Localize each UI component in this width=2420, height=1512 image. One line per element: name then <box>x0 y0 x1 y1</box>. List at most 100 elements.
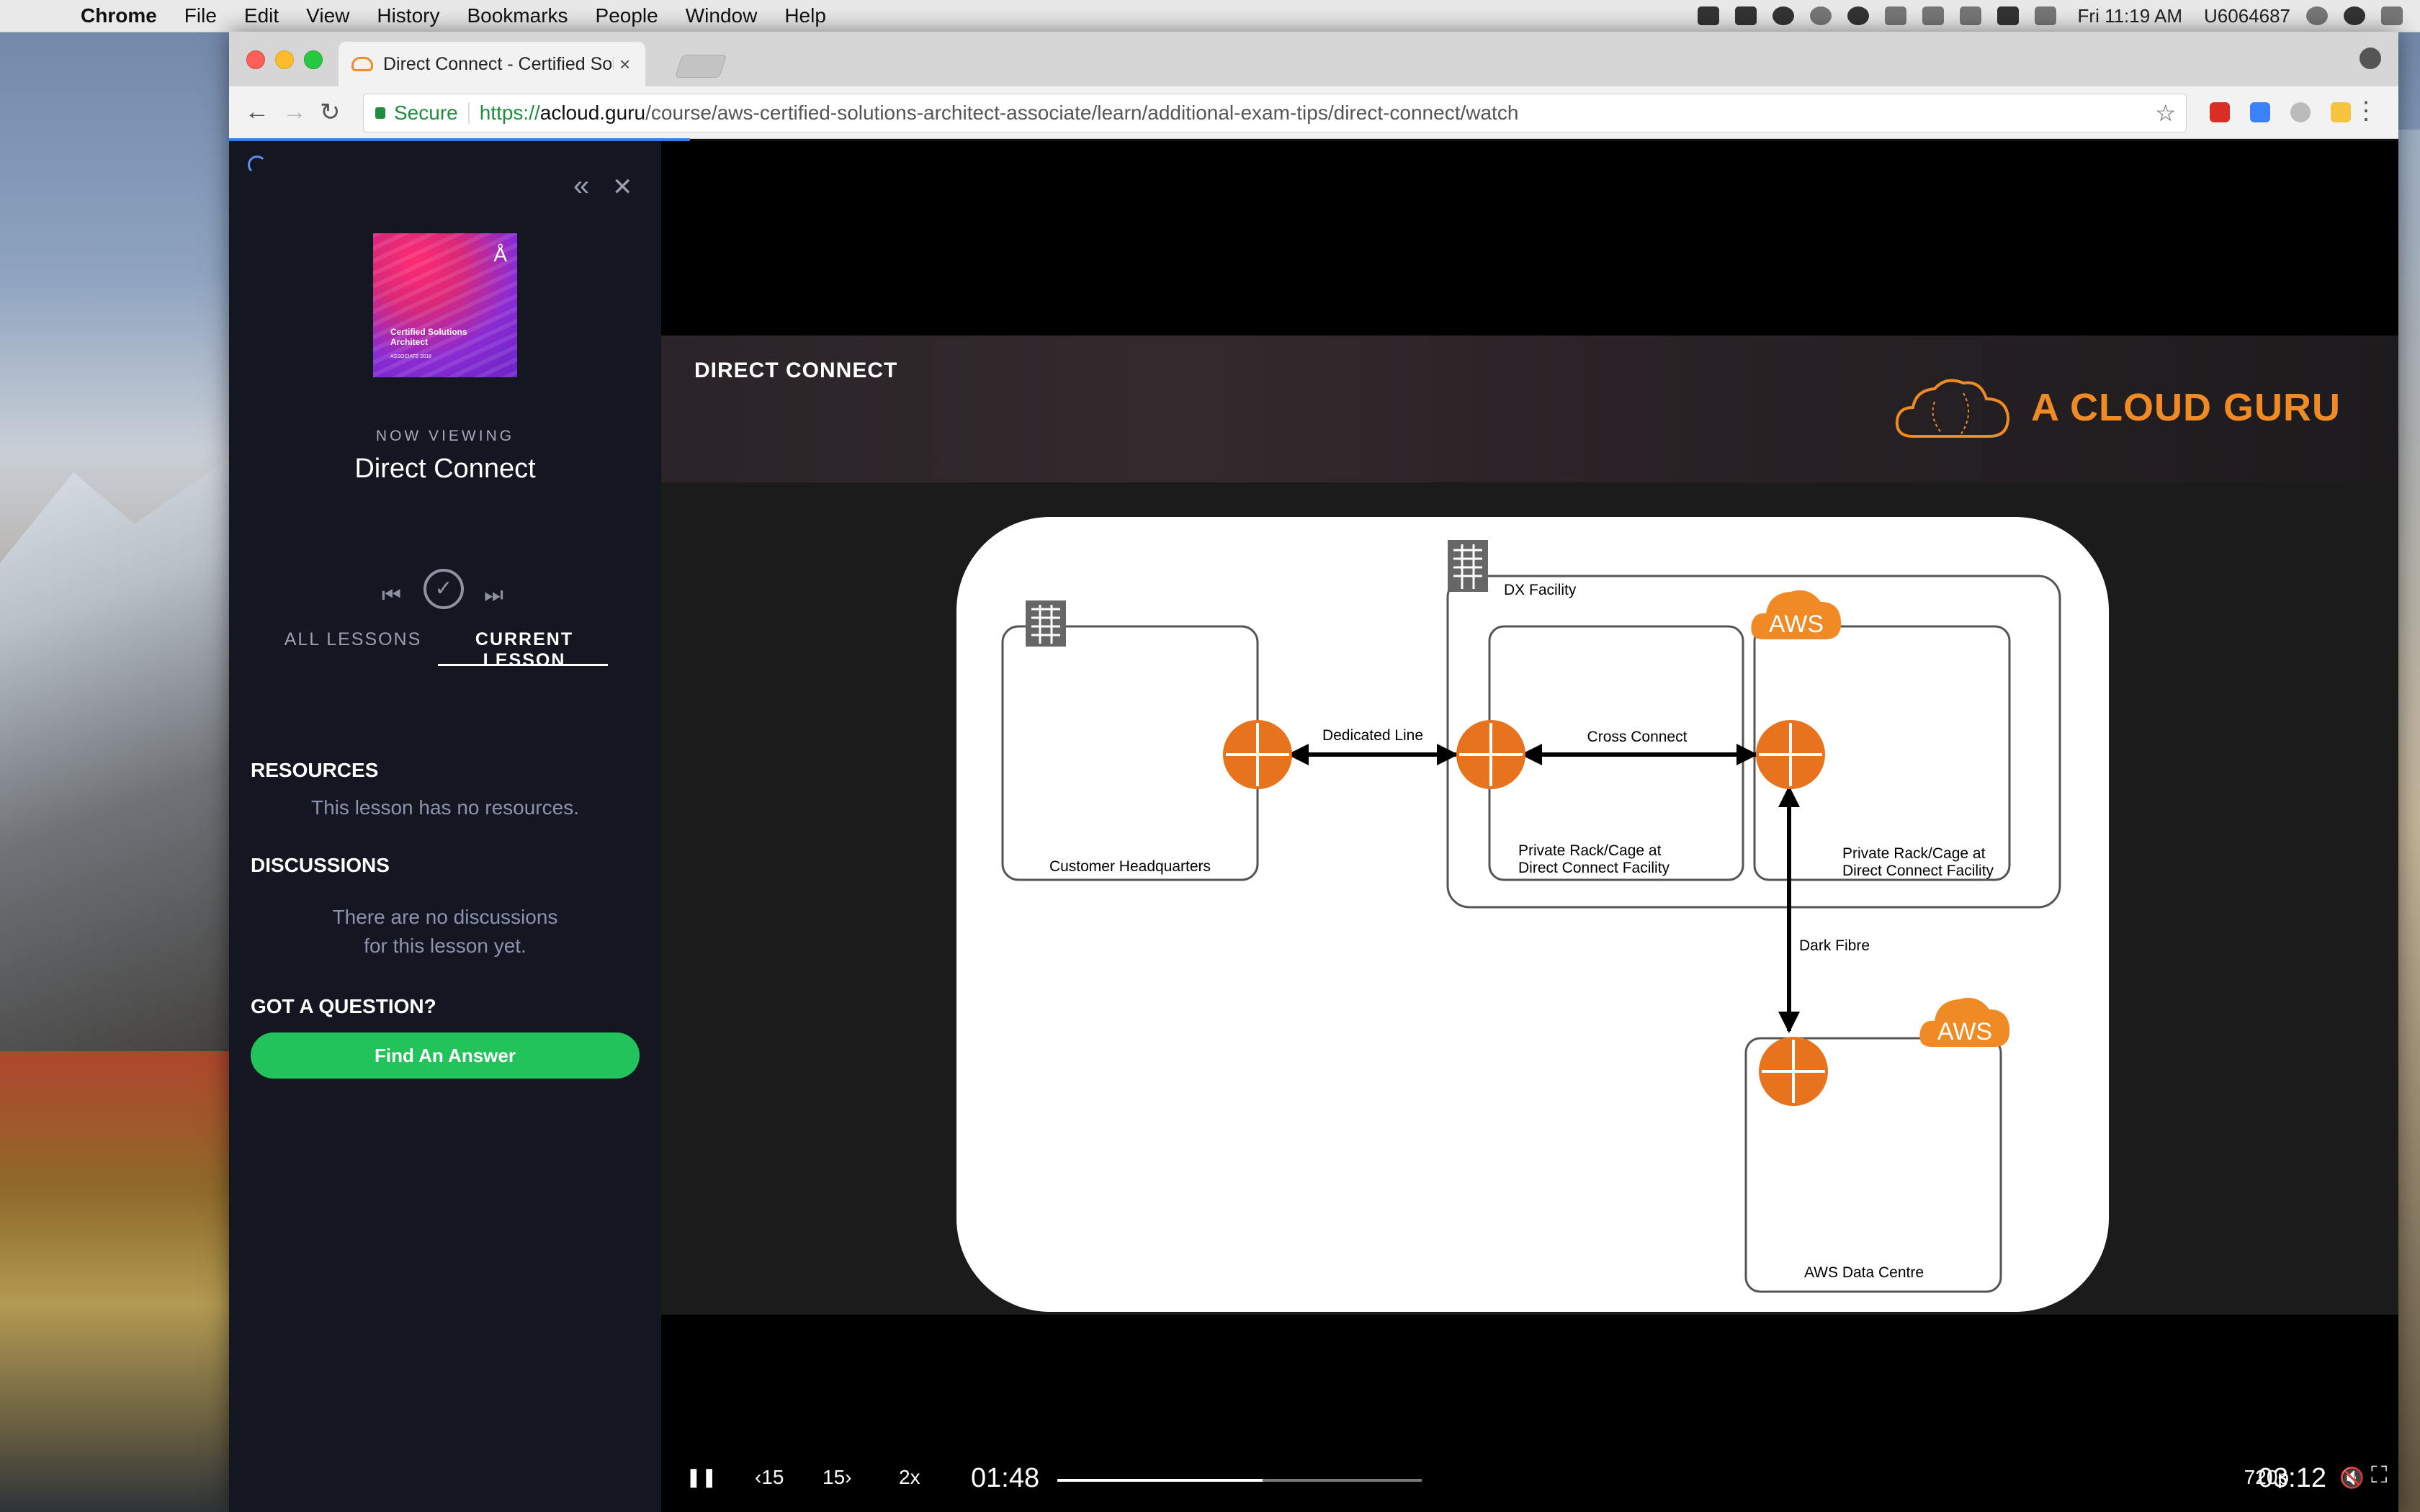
omnibox-divider <box>467 102 470 124</box>
discussions-empty-line1: There are no discussions <box>332 906 558 928</box>
bookmark-star-icon[interactable]: ☆ <box>2155 99 2176 127</box>
menu-file[interactable]: File <box>184 4 217 27</box>
rewind-15-button[interactable]: ‹15 <box>755 1466 784 1489</box>
extension-adblock-icon[interactable] <box>2210 102 2230 122</box>
mute-button[interactable]: 🔇 <box>2339 1466 2365 1490</box>
menubar-status-area: Fri 11:19 AM U6064687 <box>1682 0 2403 32</box>
wallpaper-right-edge <box>2398 130 2420 1512</box>
current-time: 01:48 <box>971 1463 1040 1493</box>
menu-edit[interactable]: Edit <box>244 4 279 27</box>
close-sidebar-icon[interactable]: ✕ <box>612 173 633 202</box>
pause-button[interactable]: ❚❚ <box>686 1466 717 1488</box>
customer-hq-label: Customer Headquarters <box>1049 858 1211 875</box>
progress-bar[interactable] <box>1057 1479 1422 1482</box>
acloudguru-logo-icon: Å <box>493 243 507 266</box>
private-rack-2-label-line2: Direct Connect Facility <box>1842 863 1994 879</box>
sync-icon[interactable] <box>1847 6 1869 25</box>
back-button[interactable]: ← <box>245 98 269 126</box>
url-scheme: https:// <box>479 102 540 124</box>
forward-15-button[interactable]: 15› <box>823 1466 851 1489</box>
tab-strip: Direct Connect - Certified Solu × <box>229 32 2398 87</box>
tab-close-icon[interactable]: × <box>619 53 630 76</box>
spotlight-search-icon[interactable] <box>2306 6 2328 25</box>
aws-data-centre-label: AWS Data Centre <box>1804 1264 1924 1281</box>
notification-center-icon[interactable] <box>2381 6 2403 25</box>
course-thumbnail: Å Certified Solutions Architect ASSOCIAT… <box>373 233 517 377</box>
mark-complete-icon[interactable]: ✓ <box>424 569 464 609</box>
new-tab-button[interactable] <box>674 55 727 78</box>
loading-spinner-icon <box>248 156 266 174</box>
extension-plugin-icon[interactable] <box>2331 102 2351 122</box>
collapse-sidebar-icon[interactable]: « <box>573 170 589 202</box>
resources-heading: RESOURCES <box>251 759 379 781</box>
lock-icon <box>375 107 385 119</box>
discussions-empty-line2: for this lesson yet. <box>364 935 526 957</box>
private-rack-1-label-line2: Direct Connect Facility <box>1518 860 1670 876</box>
menubar-user[interactable]: U6064687 <box>2204 5 2290 27</box>
creative-cloud-icon[interactable] <box>1809 6 1832 25</box>
building-icon <box>1026 600 1066 647</box>
url-host: acloud.guru <box>539 102 646 124</box>
wallpaper-trees <box>0 1051 245 1512</box>
battery-icon[interactable] <box>1996 6 2019 25</box>
private-rack-2-label-line1: Private Rack/Cage at <box>1842 845 1986 862</box>
printer-icon[interactable] <box>1697 6 1719 25</box>
direct-connect-diagram: Customer Headquarters DX Facility Privat… <box>956 517 2109 1312</box>
macos-menubar: Chrome File Edit View History Bookmarks … <box>0 0 2420 32</box>
menu-people[interactable]: People <box>596 4 658 27</box>
diagram-canvas <box>956 517 2109 1312</box>
next-lesson-icon[interactable]: ⏭ <box>484 583 503 608</box>
acloudguru-favicon-icon <box>351 57 373 71</box>
reload-button[interactable]: ↻ <box>320 98 341 127</box>
chrome-window: Direct Connect - Certified Solu × ← → ↻ … <box>229 32 2398 1512</box>
tab-all-lessons[interactable]: ALL LESSONS <box>282 629 424 650</box>
menu-window[interactable]: Window <box>686 4 758 27</box>
router-icon-customer <box>1223 720 1292 789</box>
menu-help[interactable]: Help <box>784 4 826 27</box>
quality-button[interactable]: 720p <box>2244 1466 2289 1489</box>
router-icon-dx <box>1456 720 1525 789</box>
skype-icon[interactable] <box>1772 6 1794 25</box>
browser-toolbar: ← → ↻ Secure https:// acloud.guru /cours… <box>229 86 2398 139</box>
slide-header-title: DIRECT CONNECT <box>694 359 898 382</box>
progress-bar-fill <box>1057 1479 1263 1482</box>
fullscreen-button[interactable]: ⛶ <box>2371 1462 2387 1489</box>
menu-history[interactable]: History <box>377 4 439 27</box>
url-path: /course/aws-certified-solutions-architec… <box>645 102 1519 124</box>
previous-lesson-icon[interactable]: ⏮ <box>382 583 401 608</box>
video-player[interactable]: DIRECT CONNECT A CLOUD GURU Customer Hea… <box>661 141 2398 1512</box>
address-bar[interactable]: Secure https:// acloud.guru /course/aws-… <box>363 94 2187 132</box>
thumbnail-subtitle: ASSOCIATE 2018 <box>390 354 432 359</box>
forward-button[interactable]: → <box>282 98 307 126</box>
aws-cloud-label-2: AWS <box>1937 1018 1992 1045</box>
find-an-answer-button[interactable]: Find An Answer <box>251 1032 640 1079</box>
window-close-button[interactable] <box>246 50 265 69</box>
menu-app-chrome[interactable]: Chrome <box>81 4 157 27</box>
window-zoom-button[interactable] <box>304 50 323 69</box>
siri-icon[interactable] <box>2344 6 2365 25</box>
bluetooth-icon[interactable] <box>1884 6 1906 25</box>
playback-speed-button[interactable]: 2x <box>899 1466 920 1489</box>
private-rack-1-label-line1: Private Rack/Cage at <box>1518 842 1662 859</box>
player-controls: ❚❚ ‹15 15› 2x 01:48 03:12 720p 🔇 ⛶ <box>661 1446 2398 1512</box>
lesson-title: Direct Connect <box>354 454 536 484</box>
active-tab-underline <box>438 664 608 666</box>
extension-circle-icon[interactable] <box>2290 102 2311 122</box>
menubar-clock[interactable]: Fri 11:19 AM <box>2078 5 2182 27</box>
flag-us-icon[interactable] <box>2034 6 2056 25</box>
profile-icon[interactable] <box>2360 48 2381 69</box>
volume-icon[interactable] <box>1959 6 1981 25</box>
acloudguru-wordmark: A CLOUD GURU <box>2031 386 2341 429</box>
acloudguru-brand: A CLOUD GURU <box>1891 373 2341 442</box>
menu-view[interactable]: View <box>306 4 349 27</box>
secure-label: Secure <box>394 102 458 124</box>
extension-download-icon[interactable] <box>2250 102 2270 122</box>
evernote-icon[interactable] <box>1734 6 1757 25</box>
chrome-menu-icon[interactable]: ⋮ <box>2354 96 2378 125</box>
wifi-icon[interactable] <box>1922 6 1944 25</box>
menu-bookmarks[interactable]: Bookmarks <box>467 4 568 27</box>
tab-title: Direct Connect - Certified Solu <box>383 53 614 74</box>
tab-direct-connect[interactable]: Direct Connect - Certified Solu × <box>339 42 645 86</box>
window-minimize-button[interactable] <box>275 50 294 69</box>
aws-cloud-label: AWS <box>1769 611 1824 638</box>
